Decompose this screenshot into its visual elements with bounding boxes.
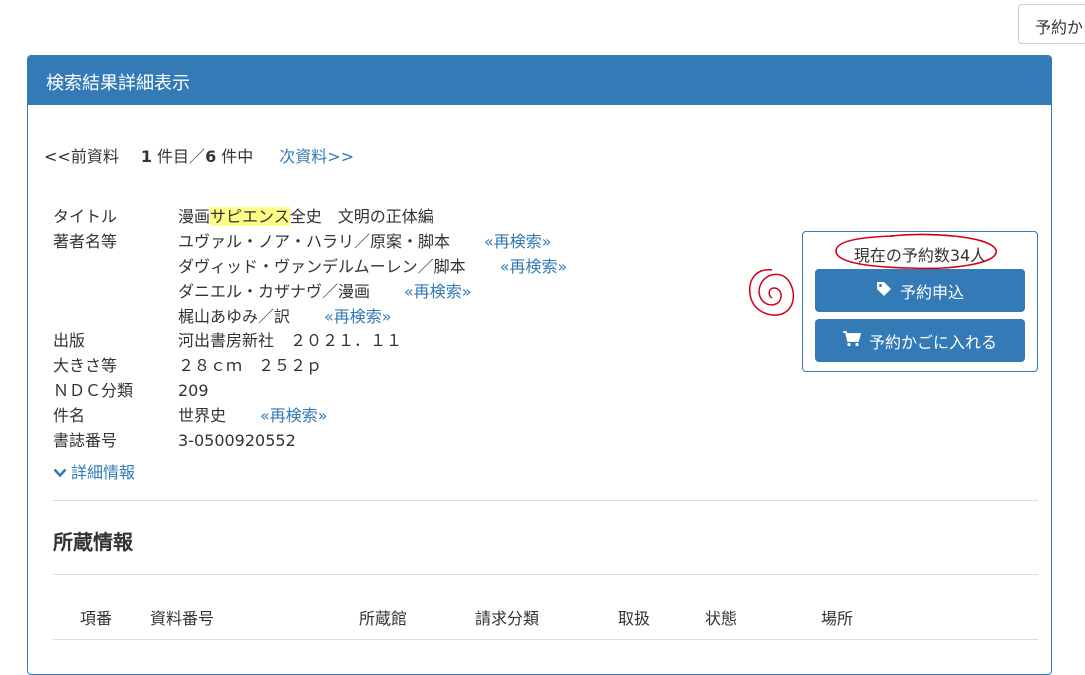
author-value: ユヴァル・ノア・ハラリ／原案・脚本 «再検索» xyxy=(178,231,552,251)
publisher-value: 河出書房新社 ２０２１．１１ xyxy=(178,331,403,351)
detail-info-toggle[interactable]: 詳細情報 xyxy=(53,459,135,483)
panel-title: 検索結果詳細表示 xyxy=(28,56,1051,105)
research-link[interactable]: «再検索» xyxy=(404,282,472,301)
holdings-table-header: 項番 資料番号 所蔵館 請求分類 取扱 状態 場所 xyxy=(53,605,1038,637)
research-link[interactable]: «再検索» xyxy=(500,257,568,276)
tag-icon xyxy=(876,281,892,301)
column-header: 場所 xyxy=(821,609,854,628)
column-header: 取扱 xyxy=(618,609,651,628)
total-suffix: 件中 xyxy=(216,147,254,166)
research-link[interactable]: «再検索» xyxy=(324,307,392,326)
reserve-apply-button[interactable]: 予約申込 xyxy=(815,269,1025,312)
author-label: 著者名等 xyxy=(53,231,118,251)
chevron-down-icon xyxy=(53,463,67,482)
title-value: 漫画サピエンス全史 文明の正体編 xyxy=(178,207,434,226)
divider xyxy=(53,639,1038,640)
column-header: 資料番号 xyxy=(150,609,215,628)
divider xyxy=(53,574,1038,575)
size-value: ２８ｃｍ ２５２ｐ xyxy=(178,356,323,376)
reservation-box: 現在の予約数34人 予約申込 予約かごに入れる xyxy=(802,231,1038,372)
title-label: タイトル xyxy=(53,207,118,226)
publisher-label: 出版 xyxy=(53,331,86,351)
bib-number-label: 書誌番号 xyxy=(53,431,118,451)
next-record-link[interactable]: 次資料>> xyxy=(279,147,354,166)
size-label: 大きさ等 xyxy=(53,356,118,376)
title-highlight: サピエンス xyxy=(210,207,290,226)
add-to-cart-button[interactable]: 予約かごに入れる xyxy=(815,319,1025,362)
research-link[interactable]: «再検索» xyxy=(260,406,328,425)
detail-info-label: 詳細情報 xyxy=(71,463,136,482)
author-value: ダニエル・カザナヴ／漫画 «再検索» xyxy=(178,281,472,301)
ndc-value: 209 xyxy=(178,381,209,401)
reserve-cart-top-button[interactable]: 予約かご xyxy=(1018,4,1085,44)
author-value: 梶山あゆみ／訳 «再検索» xyxy=(178,306,392,326)
add-to-cart-label: 予約かごに入れる xyxy=(868,332,997,352)
reservation-count: 現在の予約数34人 xyxy=(853,246,987,265)
divider xyxy=(53,500,1038,501)
research-link[interactable]: «再検索» xyxy=(484,232,552,251)
subject-value: 世界史 «再検索» xyxy=(178,406,328,426)
column-header: 状態 xyxy=(705,609,738,628)
holdings-title: 所蔵情報 xyxy=(53,530,133,554)
column-header: 請求分類 xyxy=(475,609,540,628)
pager: <<前資料 1 件目／6 件中 次資料>> xyxy=(44,143,354,167)
cart-icon xyxy=(842,330,862,351)
total-count: 6 xyxy=(205,147,217,166)
current-index: 1 xyxy=(140,147,152,166)
current-suffix: 件目／ xyxy=(151,147,206,166)
reserve-apply-label: 予約申込 xyxy=(899,282,964,302)
column-header: 項番 xyxy=(80,609,113,628)
prev-record-link[interactable]: <<前資料 xyxy=(44,147,119,166)
subject-label: 件名 xyxy=(53,406,86,426)
ndc-label: ＮＤＣ分類 xyxy=(53,381,134,401)
bib-number-value: 3-0500920552 xyxy=(178,431,296,451)
author-value: ダヴィッド・ヴァンデルムーレン／脚本 «再検索» xyxy=(178,256,568,276)
column-header: 所蔵館 xyxy=(359,609,408,628)
